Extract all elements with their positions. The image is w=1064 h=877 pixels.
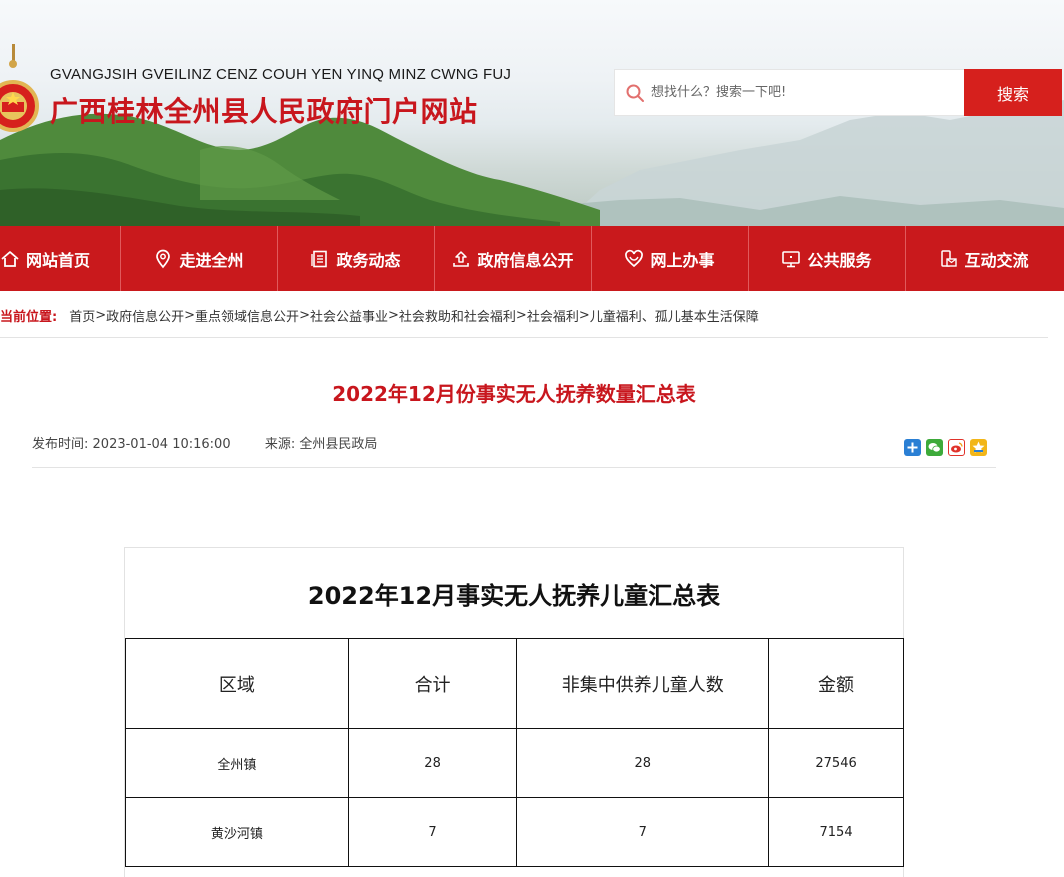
column-header-region: 区域 xyxy=(125,638,349,729)
nav-label: 公共服务 xyxy=(807,250,872,270)
table-header-row: 区域 合计 非集中供养儿童人数 金额 xyxy=(125,638,904,729)
document-icon xyxy=(311,250,328,267)
breadcrumb-separator: > xyxy=(578,308,590,323)
publish-time-label: 发布时间: xyxy=(32,437,89,452)
cell-non-centralized-count: 7 xyxy=(516,797,770,867)
cell-region: 全州镇 xyxy=(125,728,349,798)
breadcrumb-link-key-areas[interactable]: 重点领域信息公开 xyxy=(195,306,299,325)
nav-item-online-services[interactable]: 网上办事 xyxy=(591,226,748,291)
site-name-chinese[interactable]: 广西桂林全州县人民政府门户网站 xyxy=(50,90,478,130)
nav-label: 政务动态 xyxy=(336,250,401,270)
cell-total: 28 xyxy=(347,728,518,798)
breadcrumb-separator: > xyxy=(387,308,399,323)
cell-amount: 7154 xyxy=(768,797,904,867)
search-button[interactable]: 搜索 xyxy=(964,69,1062,116)
cell-region: 黄沙河镇 xyxy=(125,797,349,867)
share-bar xyxy=(904,439,987,456)
summary-table: 区域 合计 非集中供养儿童人数 金额 全州镇 28 28 27546 黄沙河镇 … xyxy=(125,638,904,867)
nav-item-interaction[interactable]: 互动交流 xyxy=(905,226,1062,291)
cell-non-centralized-count: 28 xyxy=(516,728,770,798)
national-emblem-icon xyxy=(0,44,39,132)
breadcrumb-link-home[interactable]: 首页 xyxy=(69,306,95,325)
share-plus-icon[interactable] xyxy=(904,439,921,456)
search-box xyxy=(614,69,964,116)
nav-item-home[interactable]: 网站首页 xyxy=(0,226,120,291)
breadcrumb-link-child-welfare[interactable]: 儿童福利、孤儿基本生活保障 xyxy=(590,306,759,325)
site-banner: GVANGJSIH GVEILINZ CENZ COUH YEN YINQ MI… xyxy=(0,0,1064,226)
wechat-icon[interactable] xyxy=(926,439,943,456)
breadcrumb-separator: > xyxy=(184,308,196,323)
search-icon xyxy=(626,84,644,102)
table-row: 全州镇 28 28 27546 xyxy=(125,728,904,798)
search-input[interactable] xyxy=(651,70,964,115)
breadcrumb-label: 当前位置: xyxy=(0,310,58,325)
nav-item-government-info-disclosure[interactable]: 政府信息公开 xyxy=(434,226,591,291)
nav-label: 网站首页 xyxy=(26,250,91,270)
home-icon xyxy=(1,250,19,267)
breadcrumb: 当前位置: 首页 > 政府信息公开 > 重点领域信息公开 > 社会公益事业 > … xyxy=(0,298,1048,338)
meta-divider xyxy=(32,467,996,468)
article-title: 2022年12月份事实无人抚养数量汇总表 xyxy=(332,382,696,406)
weibo-icon[interactable] xyxy=(948,439,965,456)
mobile-mail-icon xyxy=(941,249,958,267)
nav-label: 走进全州 xyxy=(179,250,244,270)
table-caption: 2022年12月事实无人抚养儿童汇总表 xyxy=(307,581,721,610)
breadcrumb-link-info-disclosure[interactable]: 政府信息公开 xyxy=(106,306,184,325)
breadcrumb-separator: > xyxy=(299,308,310,323)
site-name-english: GVANGJSIH GVEILINZ CENZ COUH YEN YINQ MI… xyxy=(50,66,512,83)
monitor-icon xyxy=(782,250,801,267)
column-header-non-centralized-count: 非集中供养儿童人数 xyxy=(516,638,770,729)
upload-icon xyxy=(453,250,470,267)
breadcrumb-link-public-welfare[interactable]: 社会公益事业 xyxy=(310,306,388,325)
nav-label: 政府信息公开 xyxy=(477,250,574,270)
nav-label: 网上办事 xyxy=(650,250,715,270)
breadcrumb-link-social-welfare[interactable]: 社会福利 xyxy=(527,306,579,325)
qzone-icon[interactable] xyxy=(970,439,987,456)
cell-total: 7 xyxy=(347,797,518,867)
breadcrumb-separator: > xyxy=(515,308,527,323)
summary-table-container: 2022年12月事实无人抚养儿童汇总表 区域 合计 非集中供养儿童人数 金额 全… xyxy=(124,547,904,877)
nav-label: 互动交流 xyxy=(964,250,1029,270)
location-pin-icon xyxy=(156,249,171,268)
column-header-total: 合计 xyxy=(347,638,518,729)
source-label: 来源: xyxy=(264,437,296,452)
publish-time: 2023-01-04 10:16:00 xyxy=(92,437,231,452)
article-meta: 发布时间: 2023-01-04 10:16:00 来源: 全州县民政局 xyxy=(32,433,377,452)
main-navigation: 网站首页 走进全州 政务动态 政府信息公开 网上办事 公共服务 互动交流 xyxy=(0,226,1064,291)
nav-item-about-quanzhou[interactable]: 走进全州 xyxy=(120,226,277,291)
nav-item-government-news[interactable]: 政务动态 xyxy=(277,226,434,291)
nav-item-public-services[interactable]: 公共服务 xyxy=(748,226,905,291)
cell-amount: 27546 xyxy=(768,728,904,798)
breadcrumb-separator: > xyxy=(95,308,107,323)
table-row: 黄沙河镇 7 7 7154 xyxy=(125,797,904,867)
breadcrumb-link-social-assistance[interactable]: 社会救助和社会福利 xyxy=(399,306,516,325)
column-header-amount: 金额 xyxy=(768,638,904,729)
source-value: 全州县民政局 xyxy=(299,437,378,452)
heart-icon xyxy=(625,249,644,267)
